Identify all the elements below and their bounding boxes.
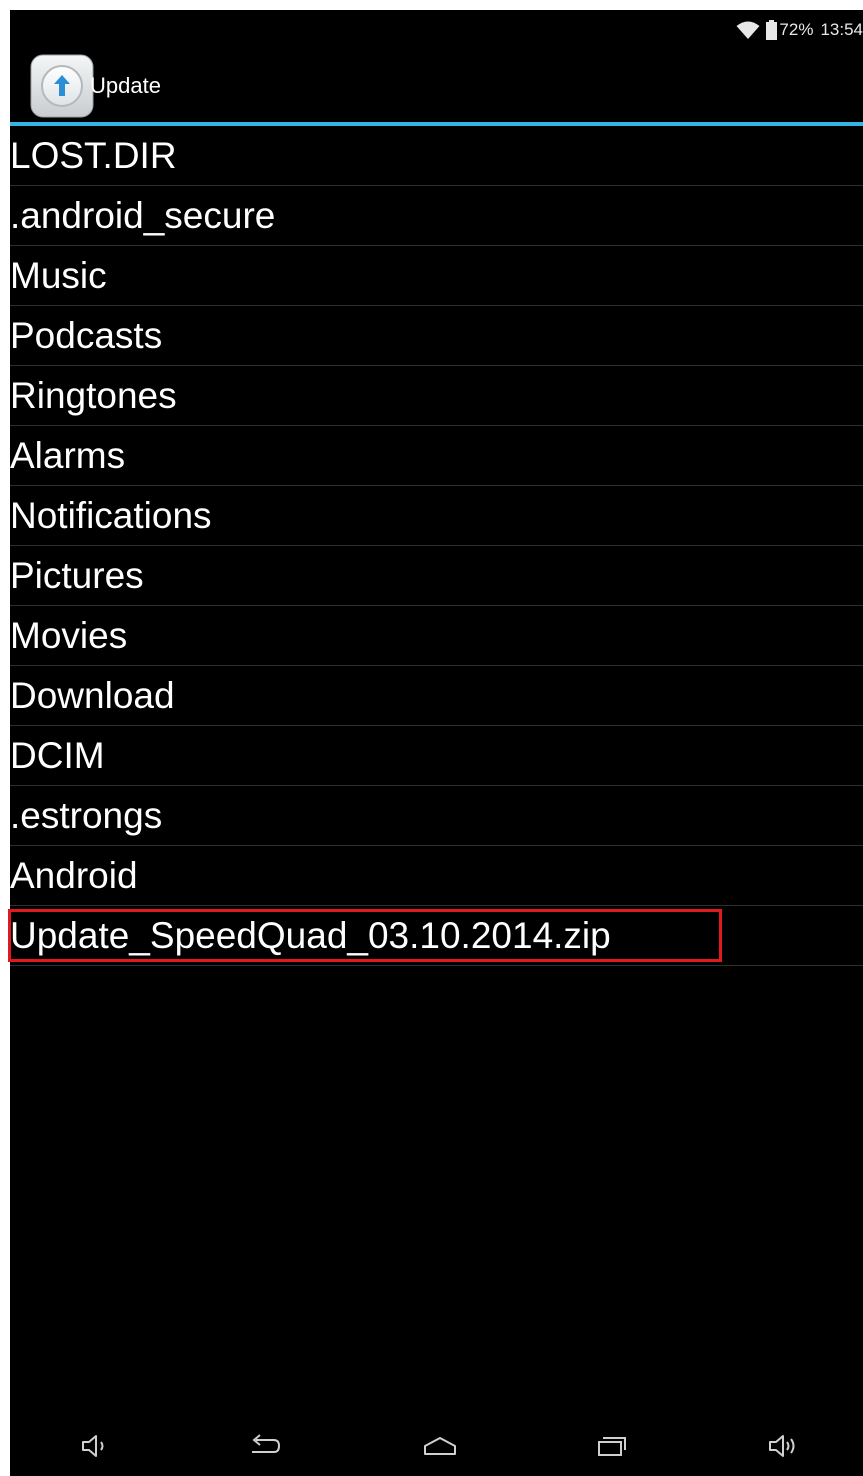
list-item-label: LOST.DIR: [10, 135, 177, 176]
list-item[interactable]: DCIM: [10, 726, 863, 786]
list-item[interactable]: Alarms: [10, 426, 863, 486]
list-item-label: Pictures: [10, 555, 144, 596]
list-item[interactable]: Movies: [10, 606, 863, 666]
list-item-label: Android: [10, 855, 138, 896]
list-item[interactable]: Podcasts: [10, 306, 863, 366]
recent-apps-icon[interactable]: [594, 1430, 630, 1462]
list-item[interactable]: Download: [10, 666, 863, 726]
list-item-label: .estrongs: [10, 795, 163, 836]
list-item[interactable]: LOST.DIR: [10, 126, 863, 186]
list-item[interactable]: Pictures: [10, 546, 863, 606]
file-list: LOST.DIR .android_secure Music Podcasts …: [8, 126, 863, 966]
list-item-update-zip[interactable]: Update_SpeedQuad_03.10.2014.zip: [8, 906, 863, 966]
highlight-box: [8, 909, 722, 962]
list-item-label: DCIM: [10, 735, 105, 776]
list-item[interactable]: Notifications: [10, 486, 863, 546]
list-item-label: Alarms: [10, 435, 126, 476]
status-bar: 72% 13:54: [10, 10, 863, 50]
list-item[interactable]: Music: [10, 246, 863, 306]
wifi-icon: [736, 20, 760, 40]
list-item-label: Music: [10, 255, 107, 296]
list-item-label: Movies: [10, 615, 128, 656]
back-icon[interactable]: [246, 1430, 282, 1462]
list-item-label: .android_secure: [10, 195, 276, 236]
device-screen: 72% 13:54 Update LOST.DIR .android_secur…: [8, 10, 863, 1476]
list-item-label: Notifications: [10, 495, 212, 536]
action-bar: Update: [10, 50, 863, 122]
upload-arrow-icon[interactable]: [28, 52, 96, 120]
home-icon[interactable]: [422, 1430, 458, 1462]
list-item[interactable]: Ringtones: [10, 366, 863, 426]
list-item-label: Download: [10, 675, 175, 716]
list-item[interactable]: Android: [10, 846, 863, 906]
status-indicators: 72% 13:54: [736, 17, 863, 43]
list-item-label: Podcasts: [10, 315, 163, 356]
list-item-label: Ringtones: [10, 375, 177, 416]
list-item[interactable]: .estrongs: [10, 786, 863, 846]
page-title: Update: [90, 73, 161, 98]
volume-down-icon[interactable]: [78, 1430, 114, 1462]
navigation-bar: [10, 1416, 863, 1476]
list-item[interactable]: .android_secure: [10, 186, 863, 246]
battery-percent: 72%: [779, 20, 814, 39]
status-clock: 13:54: [820, 20, 863, 39]
volume-up-icon[interactable]: [766, 1430, 802, 1462]
battery-icon: [766, 20, 778, 40]
